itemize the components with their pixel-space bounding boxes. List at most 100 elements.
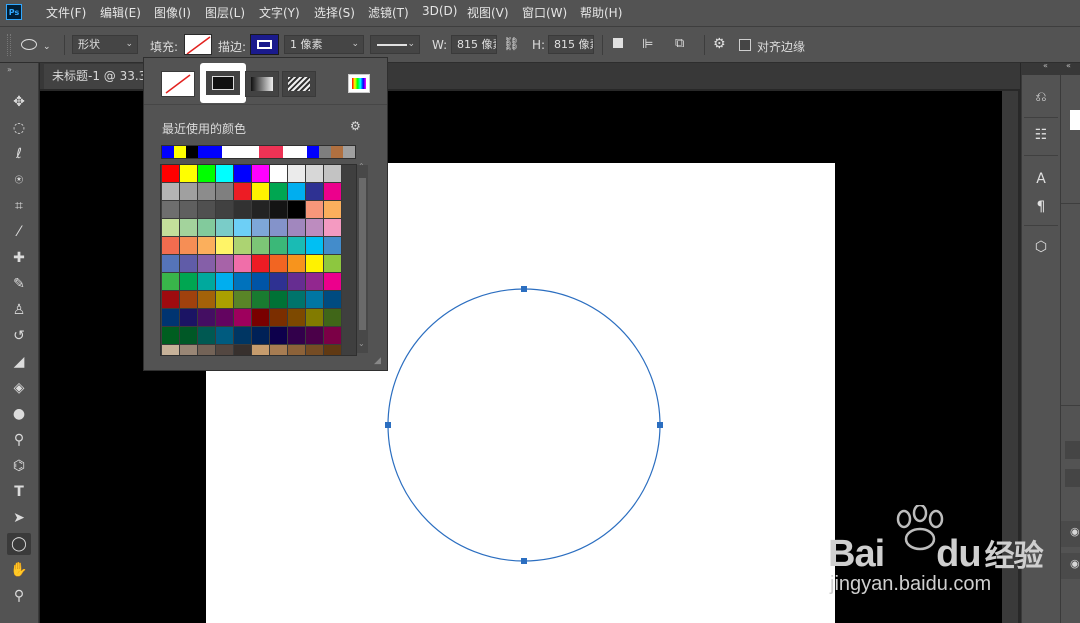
menu-3d[interactable]: 3D(D) <box>422 4 457 18</box>
align-edges-checkbox[interactable] <box>739 39 751 51</box>
color-swatch[interactable] <box>324 273 342 291</box>
color-swatch[interactable] <box>288 237 306 255</box>
dodge-tool-icon[interactable]: ⚲ <box>7 429 31 451</box>
color-swatch[interactable] <box>234 309 252 327</box>
color-swatch[interactable] <box>198 237 216 255</box>
color-swatch[interactable] <box>162 201 180 219</box>
color-swatch[interactable] <box>180 309 198 327</box>
height-input[interactable]: 815 像素 <box>548 35 594 54</box>
color-swatch[interactable] <box>180 183 198 201</box>
color-swatch[interactable] <box>270 345 288 355</box>
history-panel-icon[interactable]: ⎌ <box>1031 87 1051 107</box>
color-swatch[interactable] <box>270 183 288 201</box>
recent-color-swatch[interactable] <box>174 146 187 158</box>
options-grip[interactable] <box>7 34 11 56</box>
menu-type[interactable]: 文字(Y) <box>259 4 300 21</box>
color-swatch[interactable] <box>288 165 306 183</box>
color-swatch[interactable] <box>252 183 270 201</box>
menu-layer[interactable]: 图层(L) <box>205 4 245 21</box>
color-swatch[interactable] <box>270 291 288 309</box>
recent-color-swatch[interactable] <box>162 146 175 158</box>
color-swatch[interactable] <box>288 183 306 201</box>
color-swatch[interactable] <box>180 345 198 355</box>
color-swatch[interactable] <box>234 327 252 345</box>
color-swatch[interactable] <box>252 345 270 355</box>
document-tab[interactable]: 未标题-1 @ 33.3 <box>44 64 154 89</box>
collapse-arrows-icon[interactable]: « <box>1066 61 1071 70</box>
zoom-tool-icon[interactable]: ⚲ <box>7 585 31 607</box>
path-operations-icon[interactable] <box>613 38 623 48</box>
recent-color-swatch[interactable] <box>282 146 295 158</box>
crop-tool-icon[interactable]: ⌗ <box>7 195 31 217</box>
color-swatch[interactable] <box>252 309 270 327</box>
3d-panel-icon[interactable]: ⬡ <box>1031 237 1051 257</box>
color-swatch[interactable] <box>162 309 180 327</box>
path-alignment-icon[interactable]: ⊫ <box>642 38 653 52</box>
anchor-point-left[interactable] <box>385 422 391 428</box>
color-swatch[interactable] <box>252 201 270 219</box>
color-swatch[interactable] <box>324 237 342 255</box>
blur-tool-icon[interactable]: ● <box>7 403 31 425</box>
stroke-type-dropdown[interactable]: ⌄ <box>370 35 420 54</box>
color-swatch[interactable] <box>216 309 234 327</box>
eye-icon[interactable]: ◉ <box>1070 525 1080 538</box>
menu-window[interactable]: 窗口(W) <box>522 4 567 21</box>
color-swatch[interactable] <box>270 327 288 345</box>
anchor-point-right[interactable] <box>657 422 663 428</box>
recent-color-swatch[interactable] <box>306 146 319 158</box>
recent-color-swatch[interactable] <box>294 146 307 158</box>
recent-color-swatch[interactable] <box>330 146 343 158</box>
color-swatch[interactable] <box>234 165 252 183</box>
color-swatch[interactable] <box>198 291 216 309</box>
width-input[interactable]: 815 像素 <box>451 35 497 54</box>
gear-icon[interactable]: ⚙ <box>713 37 726 51</box>
color-swatch[interactable] <box>198 273 216 291</box>
color-swatch[interactable] <box>162 327 180 345</box>
color-swatch[interactable] <box>180 165 198 183</box>
color-swatch[interactable] <box>252 327 270 345</box>
color-swatch[interactable] <box>198 165 216 183</box>
color-swatch[interactable] <box>180 273 198 291</box>
color-swatch[interactable] <box>1070 110 1080 130</box>
color-swatch[interactable] <box>180 237 198 255</box>
color-swatch[interactable] <box>216 345 234 355</box>
lasso-tool-icon[interactable]: ℓ <box>7 143 31 165</box>
color-swatch[interactable] <box>180 327 198 345</box>
layer-search-field[interactable] <box>1065 441 1080 459</box>
pen-tool-icon[interactable]: ⌬ <box>7 455 31 477</box>
color-swatch[interactable] <box>288 273 306 291</box>
path-arrangement-icon[interactable]: ⧉ <box>675 37 684 51</box>
menu-view[interactable]: 视图(V) <box>467 4 509 21</box>
recent-color-swatch[interactable] <box>186 146 199 158</box>
color-swatch[interactable] <box>198 327 216 345</box>
move-tool-icon[interactable]: ✥ <box>7 91 31 113</box>
menu-edit[interactable]: 编辑(E) <box>100 4 141 21</box>
color-swatch[interactable] <box>198 255 216 273</box>
color-swatch[interactable] <box>306 165 324 183</box>
color-swatch[interactable] <box>288 291 306 309</box>
color-swatch[interactable] <box>216 237 234 255</box>
quick-selection-tool-icon[interactable]: ⍟ <box>7 169 31 191</box>
color-swatch[interactable] <box>162 291 180 309</box>
layer-row[interactable]: ◉ <box>1061 521 1080 547</box>
color-swatch[interactable] <box>216 165 234 183</box>
color-swatch[interactable] <box>162 219 180 237</box>
history-brush-tool-icon[interactable]: ↺ <box>7 325 31 347</box>
healing-brush-tool-icon[interactable]: ✚ <box>7 247 31 269</box>
color-swatch[interactable] <box>306 345 324 355</box>
color-swatch[interactable] <box>288 345 306 355</box>
color-swatch[interactable] <box>198 201 216 219</box>
anchor-point-top[interactable] <box>521 286 527 292</box>
color-swatch[interactable] <box>216 273 234 291</box>
recent-color-swatch[interactable] <box>246 146 259 158</box>
hand-tool-icon[interactable]: ✋ <box>7 559 31 581</box>
color-swatch[interactable] <box>270 309 288 327</box>
scroll-up-icon[interactable]: ⌃ <box>358 162 365 171</box>
color-swatch[interactable] <box>252 291 270 309</box>
color-swatch[interactable] <box>180 219 198 237</box>
color-swatch[interactable] <box>324 291 342 309</box>
gear-icon[interactable]: ⚙ <box>350 119 361 133</box>
color-swatch[interactable] <box>198 219 216 237</box>
color-swatch[interactable] <box>198 345 216 355</box>
brush-tool-icon[interactable]: ✎ <box>7 273 31 295</box>
